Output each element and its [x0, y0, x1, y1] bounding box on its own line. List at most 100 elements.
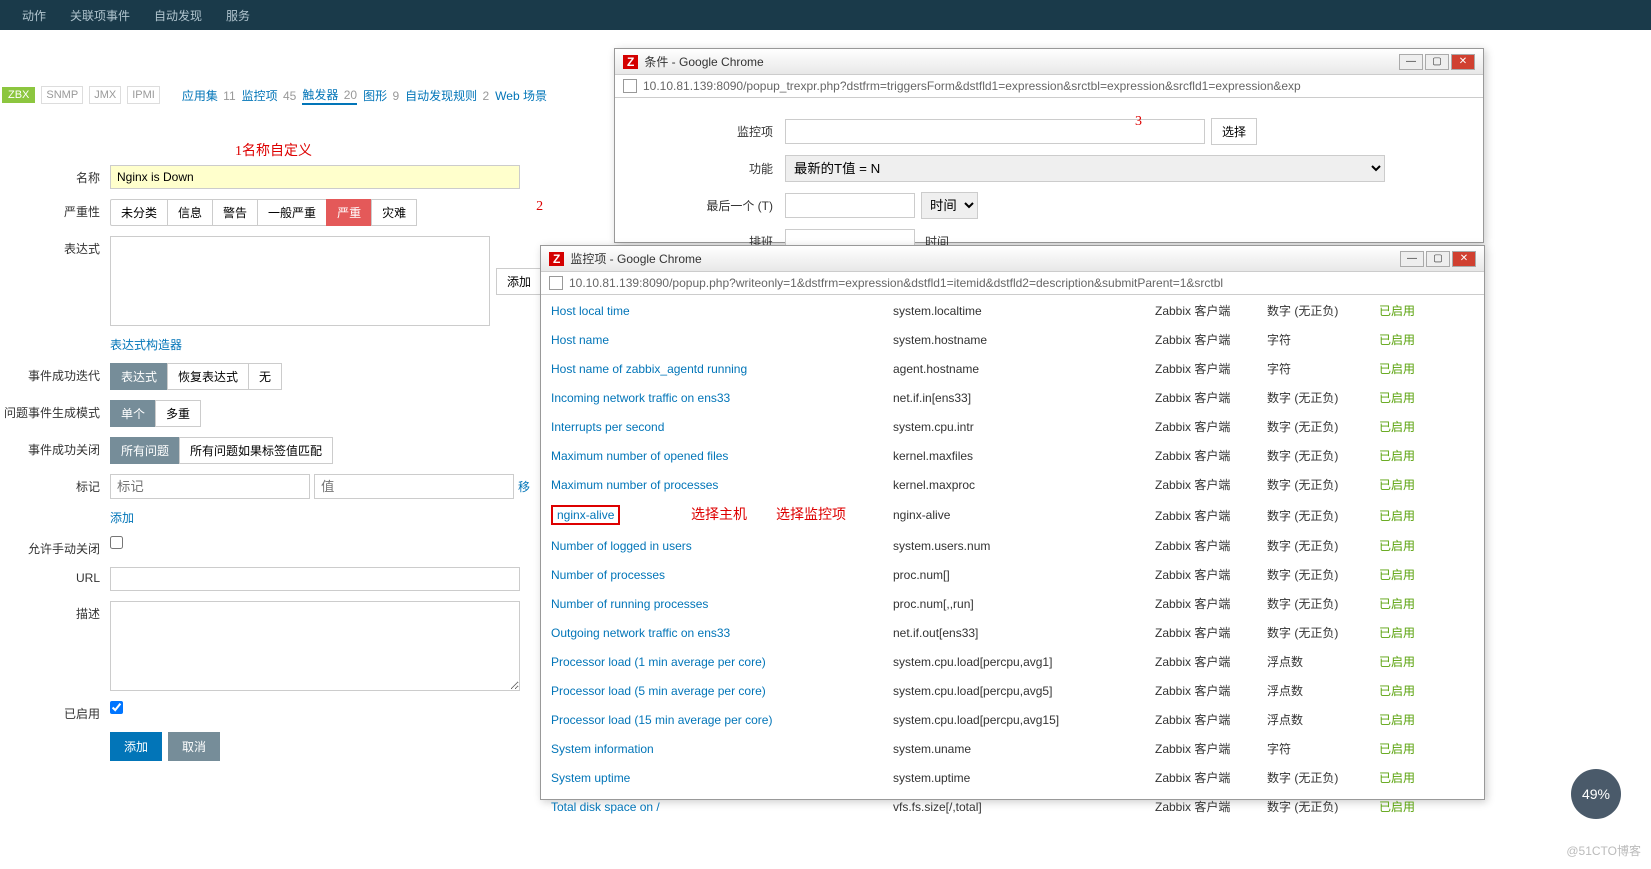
allow-manual-checkbox[interactable] — [110, 536, 123, 549]
cond-function-select[interactable]: 最新的T值 = N — [785, 155, 1385, 182]
severity-3[interactable]: 一般严重 — [257, 199, 327, 226]
table-row[interactable]: Processor load (5 min average per core)s… — [543, 677, 1482, 704]
table-row[interactable]: Number of logged in userssystem.users.nu… — [543, 532, 1482, 559]
table-row[interactable]: Maximum number of opened fileskernel.max… — [543, 442, 1482, 469]
name-input[interactable] — [110, 165, 520, 189]
tag-value-input[interactable] — [314, 474, 514, 499]
expression-textarea[interactable] — [110, 236, 490, 326]
item-name-link[interactable]: Processor load (15 min average per core) — [551, 713, 772, 727]
severity-4[interactable]: 严重 — [326, 199, 372, 226]
event-ok-option-1[interactable]: 恢复表达式 — [167, 363, 249, 390]
annotation-three: 3 — [1135, 114, 1142, 130]
tab-web[interactable]: Web 场景 — [495, 87, 547, 104]
nav-actions[interactable]: 动作 — [10, 7, 58, 24]
severity-group: 未分类信息警告一般严重严重灾难 — [110, 199, 416, 226]
item-name-link[interactable]: Incoming network traffic on ens33 — [551, 391, 730, 405]
expression-builder-link[interactable]: 表达式构造器 — [110, 336, 182, 353]
cond-item-input[interactable] — [785, 119, 1205, 144]
table-row[interactable]: Host name of zabbix_agentd runningagent.… — [543, 355, 1482, 382]
table-row[interactable]: Total disk space on /vfs.fs.size[/,total… — [543, 793, 1482, 820]
item-interface: Zabbix 客户端 — [1147, 500, 1257, 530]
problem-option-0[interactable]: 单个 — [110, 400, 156, 427]
table-row[interactable]: nginx-alivenginx-aliveZabbix 客户端数字 (无正负)… — [543, 500, 1482, 530]
item-type: 数字 (无正负) — [1259, 500, 1369, 530]
item-name-link[interactable]: Host local time — [551, 304, 630, 318]
table-row[interactable]: Number of running processesproc.num[,,ru… — [543, 590, 1482, 617]
expression-add-button[interactable]: 添加 — [496, 268, 542, 295]
close-button[interactable]: ✕ — [1452, 251, 1476, 267]
item-name-link[interactable]: Host name of zabbix_agentd running — [551, 362, 747, 376]
severity-2[interactable]: 警告 — [212, 199, 258, 226]
item-name-link[interactable]: Processor load (1 min average per core) — [551, 655, 766, 669]
tab-discovery-rules[interactable]: 自动发现规则 2 — [405, 87, 489, 104]
item-name-link[interactable]: Maximum number of processes — [551, 478, 718, 492]
item-status: 已启用 — [1371, 500, 1482, 530]
table-row[interactable]: Host local timesystem.localtimeZabbix 客户… — [543, 297, 1482, 324]
item-name-link[interactable]: Outgoing network traffic on ens33 — [551, 626, 730, 640]
item-name-link[interactable]: Number of logged in users — [551, 539, 692, 553]
event-ok-option-2[interactable]: 无 — [248, 363, 282, 390]
items-popup-titlebar[interactable]: Z 监控项 - Google Chrome — ▢ ✕ — [541, 246, 1484, 272]
item-name-link[interactable]: System information — [551, 742, 654, 756]
cancel-button[interactable]: 取消 — [168, 732, 220, 761]
condition-popup-titlebar[interactable]: Z 条件 - Google Chrome — ▢ ✕ — [615, 49, 1483, 75]
tab-items[interactable]: 监控项 45 — [242, 87, 297, 104]
table-row[interactable]: System uptimesystem.uptimeZabbix 客户端数字 (… — [543, 764, 1482, 791]
tab-graphs[interactable]: 图形 9 — [363, 87, 399, 104]
table-row[interactable]: Incoming network traffic on ens33net.if.… — [543, 384, 1482, 411]
nav-correlation[interactable]: 关联项事件 — [58, 7, 142, 24]
table-row[interactable]: Number of processesproc.num[]Zabbix 客户端数… — [543, 561, 1482, 588]
cond-last-input[interactable] — [785, 193, 915, 218]
item-name-link[interactable]: Interrupts per second — [551, 420, 664, 434]
table-row[interactable]: Outgoing network traffic on ens33net.if.… — [543, 619, 1482, 646]
table-row[interactable]: Interrupts per secondsystem.cpu.intrZabb… — [543, 413, 1482, 440]
table-row[interactable]: Processor load (15 min average per core)… — [543, 706, 1482, 733]
item-status: 已启用 — [1371, 326, 1482, 353]
minimize-button[interactable]: — — [1400, 251, 1424, 267]
problem-option-1[interactable]: 多重 — [155, 400, 201, 427]
item-name-link[interactable]: Number of processes — [551, 568, 665, 582]
submit-button[interactable]: 添加 — [110, 732, 162, 761]
item-name-link[interactable]: Processor load (5 min average per core) — [551, 684, 766, 698]
item-key: kernel.maxproc — [885, 471, 1145, 498]
description-textarea[interactable] — [110, 601, 520, 691]
table-row[interactable]: Maximum number of processes kernel.maxpro… — [543, 471, 1482, 498]
event-close-option-1[interactable]: 所有问题如果标签值匹配 — [179, 437, 333, 464]
table-row[interactable]: Processor load (1 min average per core)s… — [543, 648, 1482, 675]
event-ok-option-0[interactable]: 表达式 — [110, 363, 168, 390]
cond-select-button[interactable]: 选择 — [1211, 118, 1257, 145]
maximize-button[interactable]: ▢ — [1425, 54, 1449, 70]
tab-triggers[interactable]: 触发器 20 — [302, 86, 357, 105]
item-name-link[interactable]: Number of running processes — [551, 597, 708, 611]
minimize-button[interactable]: — — [1399, 54, 1423, 70]
item-name-link[interactable]: Maximum number of opened files — [551, 449, 728, 463]
tag-add-link[interactable]: 添加 — [110, 509, 134, 526]
table-row[interactable]: System informationsystem.unameZabbix 客户端… — [543, 735, 1482, 762]
progress-badge: 49% — [1571, 769, 1621, 819]
table-row[interactable]: Host namesystem.hostnameZabbix 客户端字符已启用 — [543, 326, 1482, 353]
item-type: 浮点数 — [1259, 706, 1369, 733]
close-button[interactable]: ✕ — [1451, 54, 1475, 70]
item-name-link[interactable]: System uptime — [551, 771, 630, 785]
nav-services[interactable]: 服务 — [214, 7, 262, 24]
item-status: 已启用 — [1371, 413, 1482, 440]
tab-applications[interactable]: 应用集 11 — [182, 87, 236, 104]
item-interface: Zabbix 客户端 — [1147, 442, 1257, 469]
item-name-link[interactable]: Host name — [551, 333, 609, 347]
tag-remove-link[interactable]: 移 — [518, 478, 530, 495]
severity-1[interactable]: 信息 — [167, 199, 213, 226]
nav-discovery[interactable]: 自动发现 — [142, 7, 214, 24]
enabled-checkbox[interactable] — [110, 701, 123, 714]
severity-0[interactable]: 未分类 — [110, 199, 168, 226]
item-name-link[interactable]: nginx-alive — [557, 508, 614, 522]
maximize-button[interactable]: ▢ — [1426, 251, 1450, 267]
jmx-badge: JMX — [89, 86, 121, 104]
items-url: 10.10.81.139:8090/popup.php?writeonly=1&… — [569, 276, 1223, 290]
tag-name-input[interactable] — [110, 474, 310, 499]
item-name-link[interactable]: Total disk space on / — [551, 800, 660, 814]
url-input[interactable] — [110, 567, 520, 591]
cond-time-select[interactable]: 时间 — [921, 192, 978, 219]
severity-5[interactable]: 灾难 — [371, 199, 417, 226]
event-close-option-0[interactable]: 所有问题 — [110, 437, 180, 464]
item-type: 数字 (无正负) — [1259, 793, 1369, 820]
